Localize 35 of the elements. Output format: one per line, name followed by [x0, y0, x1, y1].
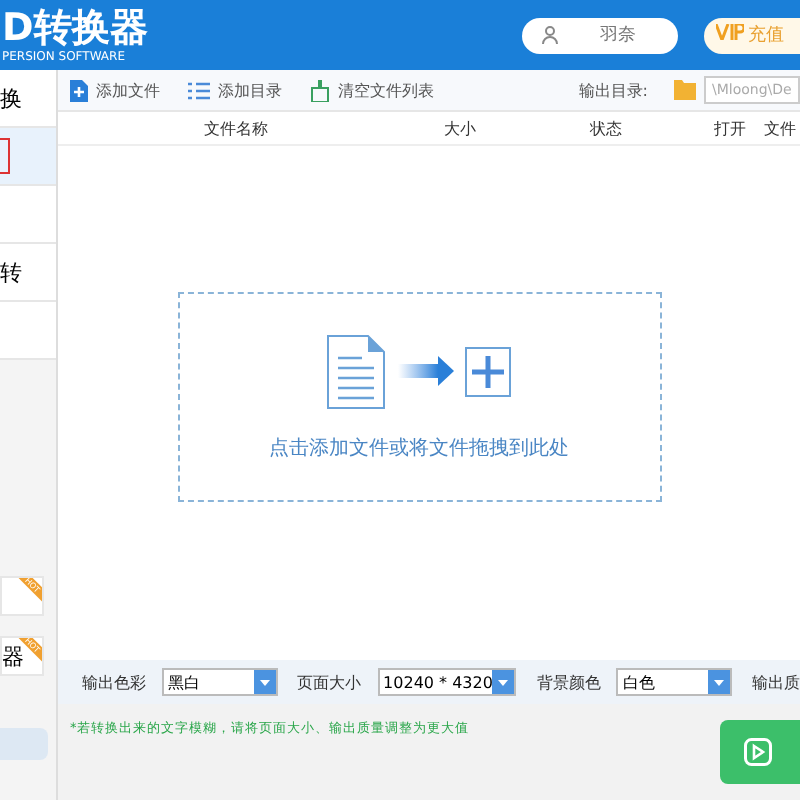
list-icon [188, 81, 210, 99]
play-icon [744, 738, 772, 766]
output-label: 输出目录: [578, 79, 648, 101]
vip-icon [716, 24, 744, 46]
column-header: 状态 [590, 117, 622, 139]
caret-icon [708, 670, 730, 694]
column-header: 打开 [714, 117, 746, 139]
caret-icon [253, 670, 276, 694]
drop-hint: 点击添加文件或将文件拖拽到此处 [269, 435, 569, 461]
setting-label: 背景颜色 [536, 671, 601, 693]
setting-select[interactable]: 白色 [616, 668, 732, 696]
toolbar-button[interactable]: 添加文件 [70, 79, 160, 101]
user-button[interactable]: 羽奈 [522, 17, 678, 53]
setting-label: 页面大小 [297, 671, 362, 693]
user-name: 羽奈 [600, 23, 636, 48]
start-button[interactable] [720, 720, 800, 784]
setting-select[interactable]: 10240 * 4320 [377, 668, 517, 696]
caret-icon [492, 670, 515, 694]
drop-zone[interactable]: 点击添加文件或将文件拖拽到此处 [177, 292, 661, 502]
column-header: 大小 [444, 117, 476, 139]
user-icon [542, 26, 558, 44]
setting-select[interactable]: 黑白 [162, 668, 278, 696]
broom-icon [310, 79, 330, 101]
app-title: D转换器 [2, 5, 150, 49]
setting-label: 输出质 [752, 671, 800, 693]
setting-label: 输出色彩 [82, 671, 146, 693]
sidebar-item[interactable]: 换 [0, 70, 56, 128]
folder-icon[interactable] [674, 80, 696, 100]
column-header: 文件 [764, 117, 796, 139]
toolbar-button[interactable]: 添加目录 [188, 79, 282, 101]
column-header: 文件名称 [204, 117, 268, 139]
add-file-icon [70, 79, 88, 101]
sidebar-item[interactable]: 转 [0, 244, 56, 302]
toolbar-button[interactable]: 清空文件列表 [310, 79, 434, 101]
sidebar-item[interactable] [0, 128, 56, 186]
